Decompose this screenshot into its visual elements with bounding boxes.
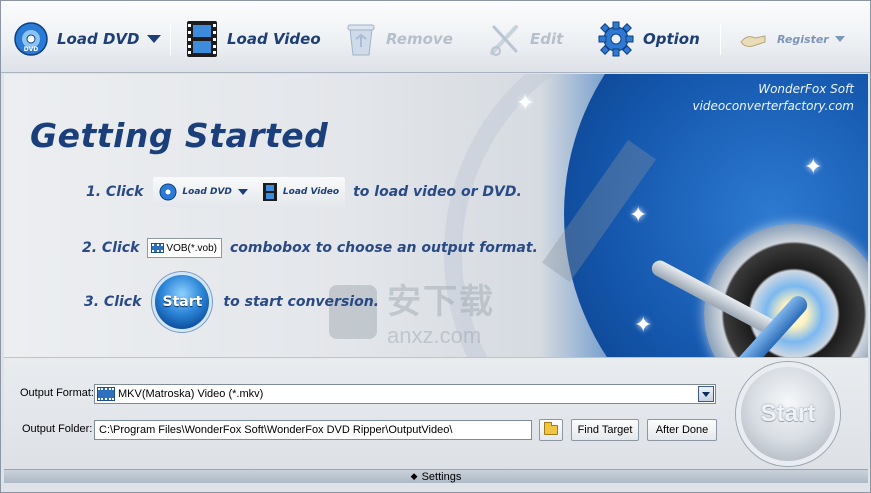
load-video-button[interactable]: Load Video	[185, 17, 321, 61]
edit-button[interactable]: Edit	[488, 17, 563, 61]
watermark-en: anxz.com	[387, 323, 482, 348]
chevron-down-icon[interactable]	[834, 36, 845, 42]
browse-folder-button[interactable]	[539, 419, 563, 441]
key-hand-icon	[740, 35, 766, 47]
dvd-disc-icon	[159, 183, 177, 201]
edit-label: Edit	[530, 30, 564, 48]
load-dvd-button[interactable]: DVD Load DVD	[13, 17, 162, 61]
main-toolbar: DVD Load DVD Load Video Remove Edit Opti…	[1, 1, 870, 73]
scissors-wrench-icon	[490, 25, 518, 56]
settings-label: Settings	[421, 470, 462, 483]
mini-load-dvd-label: Load DVD	[182, 187, 232, 197]
step-2-prefix: 2. Click	[82, 240, 140, 256]
register-label: Register	[777, 32, 829, 46]
recycle-bin-icon	[347, 24, 375, 56]
mini-load-video-label: Load Video	[282, 187, 340, 197]
after-done-button[interactable]: After Done	[647, 419, 717, 441]
sparkle-icon: ✦	[634, 312, 653, 337]
watermark-cn: 安下载	[387, 283, 495, 321]
output-format-value: MKV(Matroska) Video (*.mkv)	[118, 388, 264, 400]
step-3-suffix: to start conversion.	[223, 294, 379, 310]
svg-text:DVD: DVD	[24, 46, 39, 53]
chevron-down-icon[interactable]	[147, 35, 162, 43]
output-folder-label: Output Folder:	[22, 423, 93, 435]
step-3-prefix: 3. Click	[84, 294, 142, 310]
load-dvd-label: Load DVD	[57, 30, 140, 48]
settings-toggle-bar[interactable]: ◆ Settings	[4, 469, 868, 483]
chevron-down-icon	[237, 189, 248, 195]
output-format-label: Output Format:	[20, 387, 94, 399]
find-target-button[interactable]: Find Target	[571, 419, 639, 441]
step-2-suffix: combobox to choose an output format.	[230, 240, 538, 256]
output-panel: Output Format: MKV(Matroska) Video (*.mk…	[4, 357, 868, 469]
brand-name: WonderFox Soft	[758, 82, 854, 96]
sparkle-icon: ✦	[804, 154, 823, 179]
brand-url: videoconverterfactory.com	[692, 99, 854, 113]
combobox-dropdown-button[interactable]	[698, 386, 714, 402]
remove-button[interactable]: Remove	[344, 17, 453, 61]
start-button[interactable]: Start	[736, 362, 840, 466]
mini-load-dvd: Load DVD Load Video	[153, 177, 346, 207]
mini-format-value: VOB(*.vob)	[166, 242, 217, 254]
getting-started-banner: ✦ ✦ ✦ ✦ WonderFox Soft videoconverterfac…	[4, 74, 868, 357]
step-1-suffix: to load video or DVD.	[353, 184, 522, 200]
output-format-combobox[interactable]: MKV(Matroska) Video (*.mkv)	[94, 384, 716, 404]
step-3: 3. Click Start to start conversion.	[84, 275, 379, 329]
step-1: 1. Click Load DVD Load Video to load vid…	[86, 177, 522, 207]
film-icon	[97, 387, 115, 401]
start-label: Start	[760, 400, 816, 427]
film-strip-icon	[262, 183, 277, 201]
app-window: DVD Load DVD Load Video Remove Edit Opti…	[0, 0, 871, 493]
mini-format-combo: VOB(*.vob)	[147, 238, 222, 258]
remove-label: Remove	[386, 30, 453, 48]
sparkle-icon: ✦	[629, 202, 648, 227]
step-1-prefix: 1. Click	[86, 184, 144, 200]
toolbar-divider	[170, 23, 171, 55]
film-icon	[151, 243, 165, 253]
mini-start-button: Start	[155, 275, 210, 329]
option-label: Option	[643, 30, 700, 48]
option-button[interactable]: Option	[597, 17, 700, 61]
chevron-down-icon	[702, 391, 710, 397]
register-button[interactable]: Register	[739, 17, 845, 61]
output-folder-field[interactable]: C:\Program Files\WonderFox Soft\WonderFo…	[94, 420, 532, 440]
gear-icon	[598, 21, 634, 57]
dvd-disc-icon: DVD	[14, 22, 48, 56]
toolbar-divider	[720, 23, 721, 55]
step-2: 2. Click VOB(*.vob) combobox to choose a…	[82, 238, 538, 258]
page-title: Getting Started	[30, 116, 329, 155]
folder-icon	[544, 422, 558, 435]
load-video-label: Load Video	[227, 30, 321, 48]
sparkle-icon: ✦	[516, 90, 535, 115]
expand-arrows-icon: ◆	[410, 471, 418, 481]
mini-start-label: Start	[162, 294, 203, 310]
film-strip-icon	[187, 21, 217, 57]
